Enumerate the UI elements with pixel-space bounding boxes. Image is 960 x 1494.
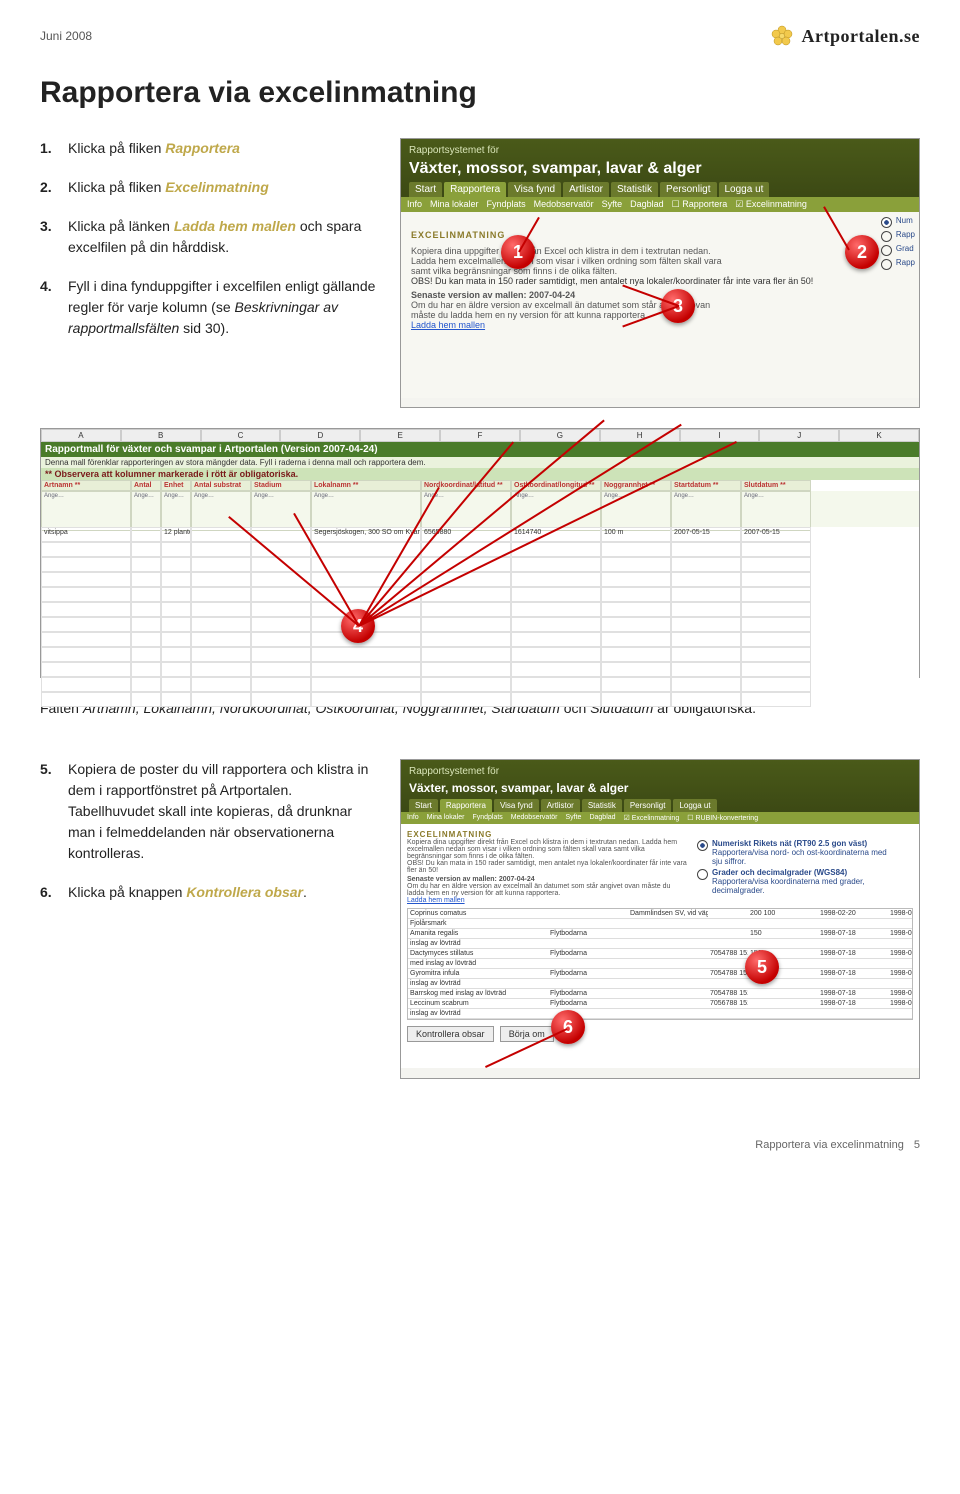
kontrollera-obsar-button[interactable]: Kontrollera obsar <box>407 1026 494 1042</box>
flower-icon <box>770 24 794 48</box>
screenshot-paste-report: Rapportsystemet för Växter, mossor, svam… <box>400 759 920 1079</box>
step-2: Klicka på fliken Excelinmatning <box>40 177 380 198</box>
callout-6: 6 <box>551 1010 585 1044</box>
step-3: Klicka på länken Ladda hem mallen och sp… <box>40 216 380 258</box>
page-title: Rapportera via excelinmatning <box>40 76 920 110</box>
steps-list-1: Klicka på fliken Rapportera Klicka på fl… <box>40 138 380 339</box>
page-date: Juni 2008 <box>40 29 92 43</box>
brand: Artportalen.se <box>770 24 920 48</box>
callout-5: 5 <box>745 950 779 984</box>
step-5: Kopiera de poster du vill rapportera och… <box>40 759 380 864</box>
brand-text: Artportalen.se <box>802 26 920 47</box>
ladda-hem-mallen-link[interactable]: Ladda hem mallen <box>411 320 909 330</box>
screenshot-excelinmatning: Rapportsystemet för Växter, mossor, svam… <box>400 138 920 408</box>
page-footer: Rapportera via excelinmatning 5 <box>40 1139 920 1151</box>
callout-1: 1 <box>501 235 535 269</box>
steps-list-2: Kopiera de poster du vill rapportera och… <box>40 759 380 903</box>
screenshot-excel-template: ABCDEFGHIJK Rapportmall för växter och s… <box>40 428 920 678</box>
callout-2: 2 <box>845 235 879 269</box>
step-4: Fyll i dina fynduppgifter i excelfilen e… <box>40 276 380 339</box>
ladda-hem-mallen-link-2[interactable]: Ladda hem mallen <box>407 897 465 904</box>
step-6: Klicka på knappen Kontrollera obsar. <box>40 882 380 903</box>
step-1: Klicka på fliken Rapportera <box>40 138 380 159</box>
